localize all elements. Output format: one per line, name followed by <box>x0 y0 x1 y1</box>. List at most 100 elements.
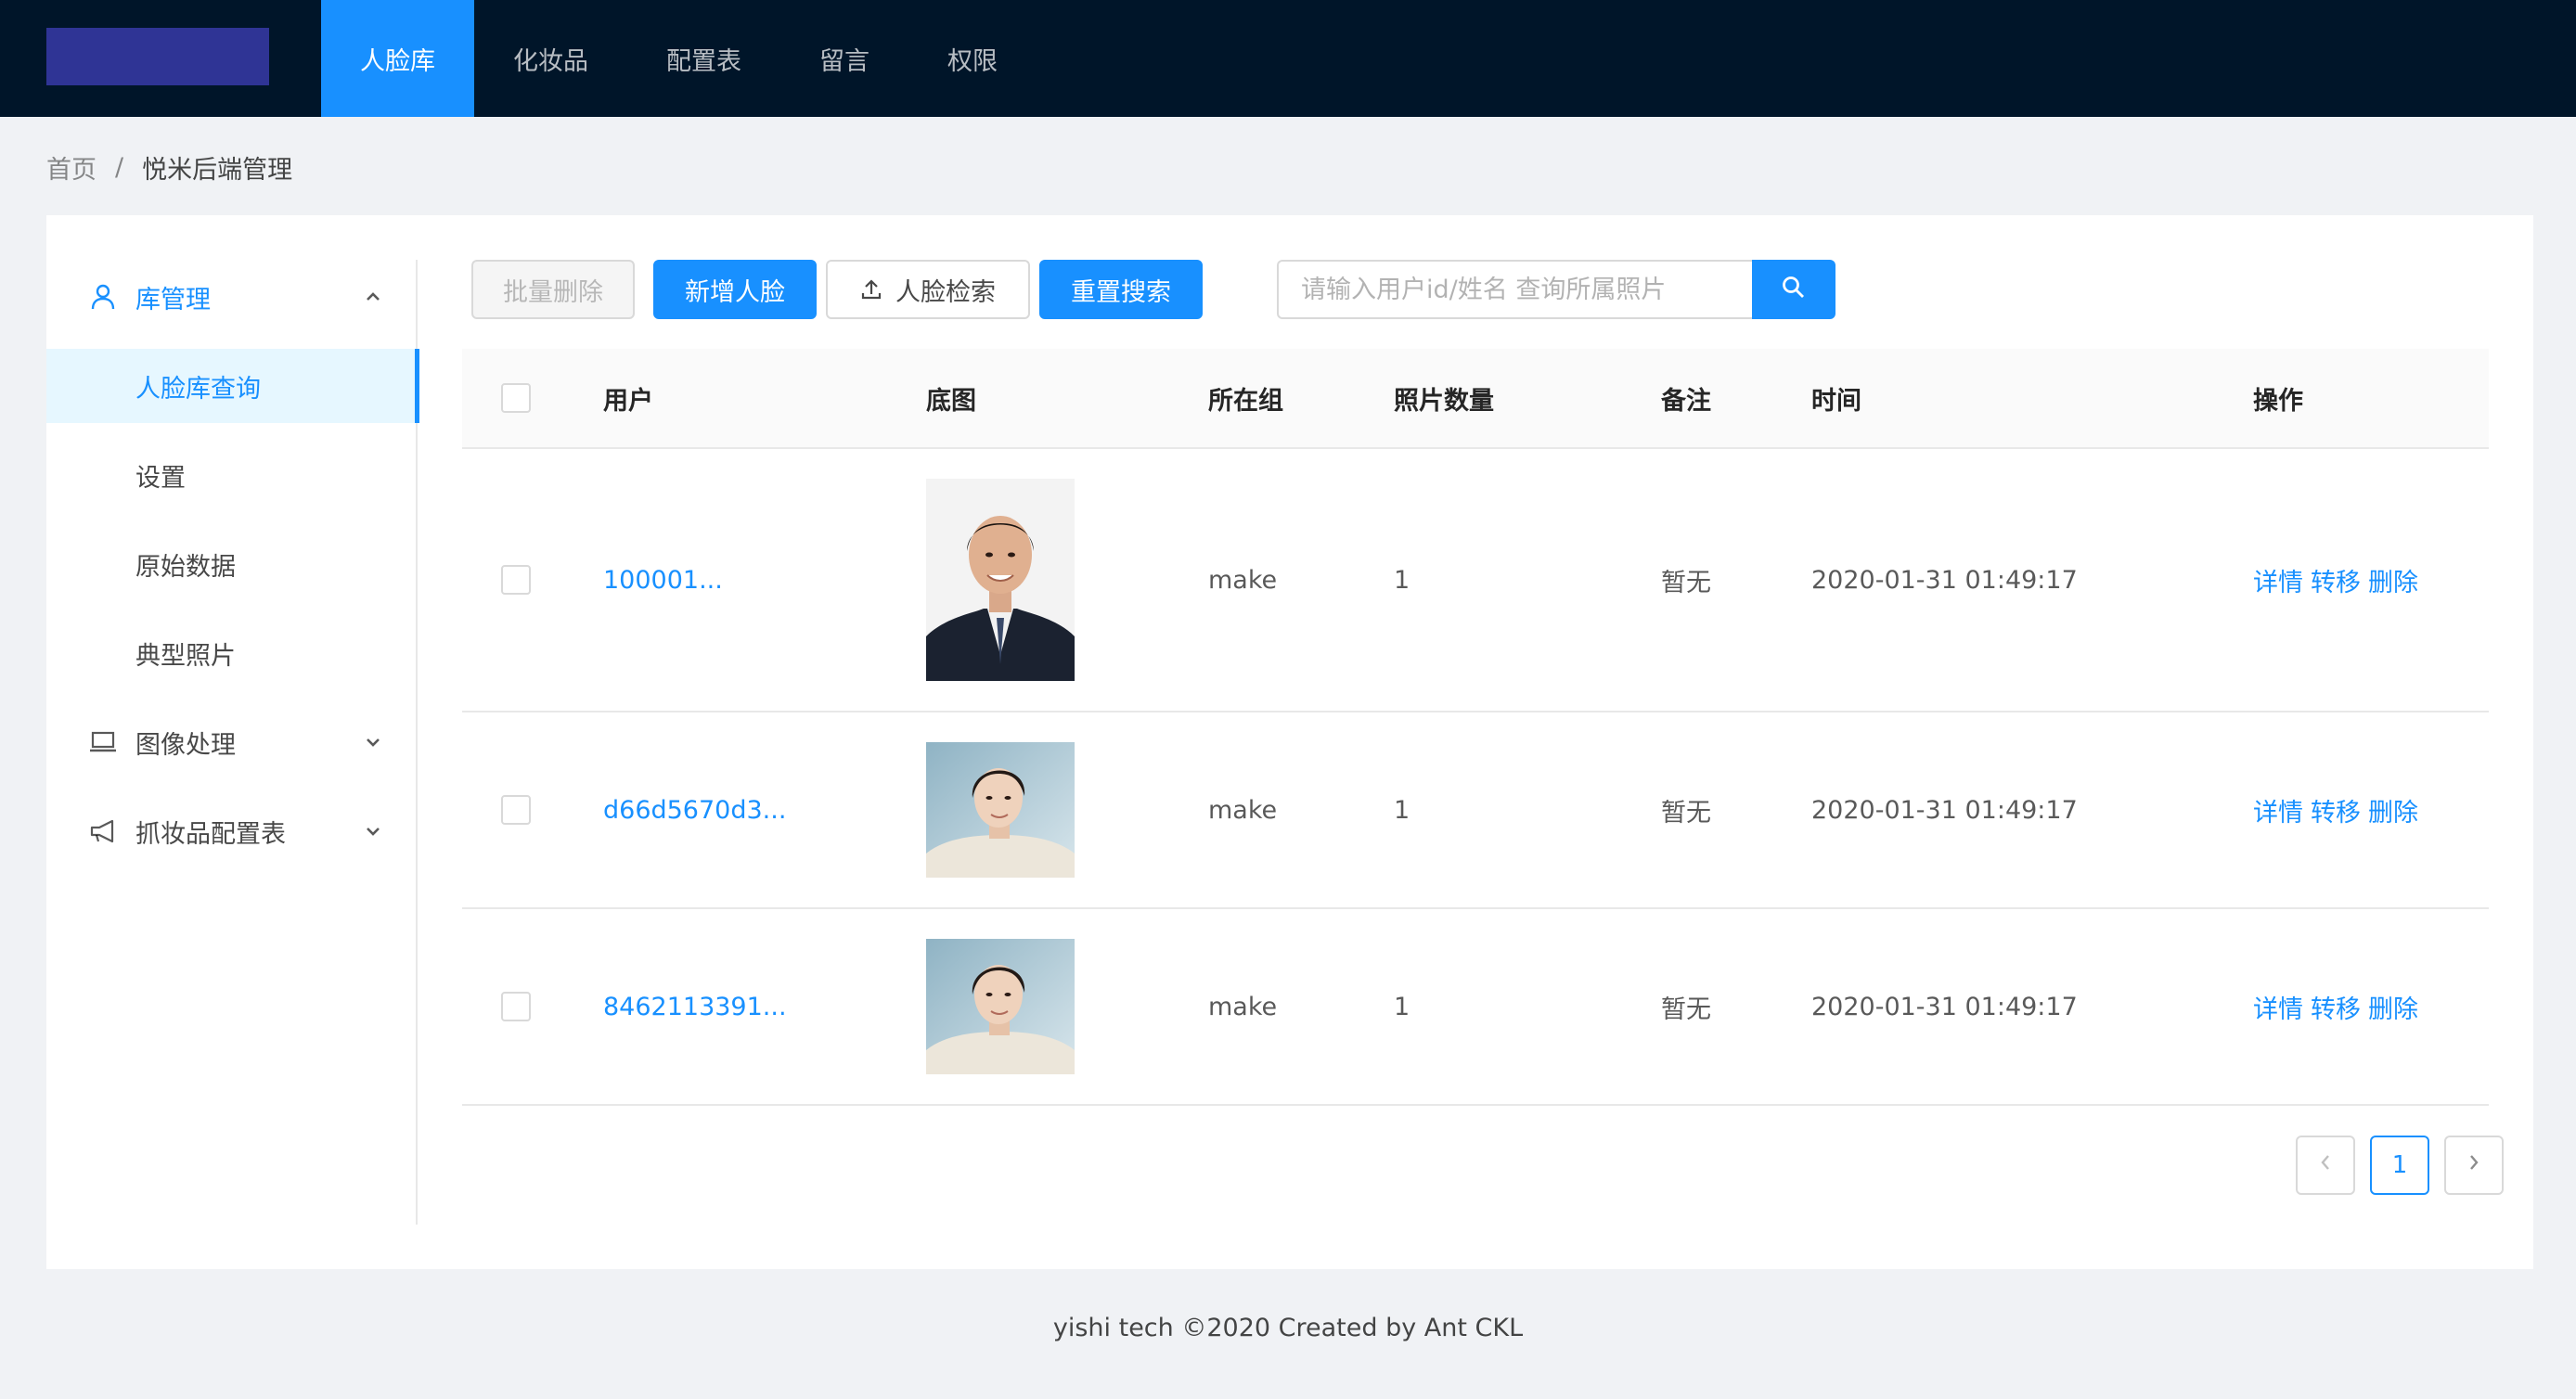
face-table: 用户 底图 所在组 照片数量 备注 时间 操作 100001... make 1… <box>462 349 2489 1106</box>
time-cell: 2020-01-31 01:49:17 <box>1811 992 2078 1021</box>
sidebar-group-label: 图像处理 <box>135 730 236 760</box>
notification-icon <box>89 817 117 845</box>
time-cell: 2020-01-31 01:49:17 <box>1811 565 2078 595</box>
time-cell: 2020-01-31 01:49:17 <box>1811 795 2078 825</box>
breadcrumb: 首页 / 悦米后端管理 <box>46 148 292 186</box>
sidebar-group-label: 抓妆品配置表 <box>135 819 286 849</box>
note-cell: 暂无 <box>1661 995 1711 1024</box>
top-header: 人脸库 化妆品 配置表 留言 权限 <box>0 0 2576 117</box>
chevron-right-icon <box>2467 1151 2480 1179</box>
column-photo: 底图 <box>926 386 976 416</box>
column-photo-count: 照片数量 <box>1394 386 1494 416</box>
table-row: 100001... make 1 暂无 2020-01-31 01:49:17 … <box>462 449 2489 712</box>
next-page-button[interactable] <box>2444 1136 2504 1195</box>
face-search-button[interactable]: 人脸检索 <box>826 260 1030 319</box>
user-id-link[interactable]: 100001... <box>603 566 723 595</box>
row-checkbox[interactable] <box>501 992 531 1021</box>
select-all-checkbox[interactable] <box>501 383 531 413</box>
sidebar-item-face-query[interactable]: 人脸库查询 <box>46 349 419 423</box>
search-input[interactable] <box>1277 260 1752 319</box>
chevron-up-icon <box>362 286 384 308</box>
reset-search-button[interactable]: 重置搜索 <box>1039 260 1203 319</box>
face-photo[interactable] <box>926 939 1075 1074</box>
actions-cell: 详情 转移 删除 <box>2253 712 2426 907</box>
breadcrumb-separator: / <box>115 152 124 182</box>
column-time: 时间 <box>1811 386 1861 416</box>
actions-cell: 详情 转移 删除 <box>2253 909 2426 1104</box>
chevron-down-icon <box>362 731 384 753</box>
column-note: 备注 <box>1661 386 1711 416</box>
sidebar-item-raw-data[interactable]: 原始数据 <box>46 527 418 601</box>
delete-link[interactable]: 删除 <box>2368 792 2418 828</box>
group-cell: make <box>1208 992 1278 1021</box>
footer: yishi tech ©2020 Created by Ant CKL <box>1052 1314 1524 1342</box>
batch-delete-button[interactable]: 批量删除 <box>471 260 635 319</box>
nav-item-config-table[interactable]: 配置表 <box>627 0 780 117</box>
sidebar-group-label: 库管理 <box>135 285 211 314</box>
breadcrumb-current: 悦米后端管理 <box>142 155 293 185</box>
photo-count-cell: 1 <box>1394 992 1410 1021</box>
search-box <box>1277 260 1835 319</box>
row-checkbox-cell <box>501 712 531 907</box>
group-cell: make <box>1208 795 1278 825</box>
photo-count-cell: 1 <box>1394 795 1410 825</box>
laptop-icon <box>89 728 117 756</box>
detail-link[interactable]: 详情 <box>2253 792 2303 828</box>
table-row: 8462113391... make 1 暂无 2020-01-31 01:49… <box>462 909 2489 1106</box>
detail-link[interactable]: 详情 <box>2253 562 2303 598</box>
nav-item-cosmetics[interactable]: 化妆品 <box>474 0 627 117</box>
prev-page-button[interactable] <box>2296 1136 2355 1195</box>
transfer-link[interactable]: 转移 <box>2311 989 2361 1025</box>
face-search-label: 人脸检索 <box>895 277 996 307</box>
sidebar-group-image-processing[interactable]: 图像处理 <box>46 705 418 779</box>
top-nav: 人脸库 化妆品 配置表 留言 权限 <box>321 0 1037 117</box>
actions-cell: 详情 转移 删除 <box>2253 449 2426 711</box>
row-checkbox[interactable] <box>501 565 531 595</box>
transfer-link[interactable]: 转移 <box>2311 792 2361 828</box>
sidebar-item-settings[interactable]: 设置 <box>46 438 418 512</box>
user-id-link[interactable]: 8462113391... <box>603 993 787 1021</box>
row-checkbox-cell <box>501 909 531 1104</box>
page-1-button[interactable]: 1 <box>2370 1136 2429 1195</box>
sidebar: 库管理 人脸库查询 设置 原始数据 典型照片 图像处理 抓妆品配置表 <box>46 260 419 1225</box>
sidebar-item-typical-photos[interactable]: 典型照片 <box>46 616 418 690</box>
delete-link[interactable]: 删除 <box>2368 989 2418 1025</box>
sidebar-item-label: 人脸库查询 <box>135 374 261 404</box>
delete-link[interactable]: 删除 <box>2368 562 2418 598</box>
note-cell: 暂无 <box>1661 568 1711 597</box>
user-icon <box>89 283 117 311</box>
chevron-left-icon <box>2319 1151 2332 1179</box>
sidebar-item-label: 设置 <box>135 463 186 493</box>
add-face-button[interactable]: 新增人脸 <box>653 260 817 319</box>
chevron-down-icon <box>362 820 384 842</box>
sidebar-group-library[interactable]: 库管理 <box>46 260 418 334</box>
logo[interactable] <box>46 28 269 85</box>
detail-link[interactable]: 详情 <box>2253 989 2303 1025</box>
nav-item-permissions[interactable]: 权限 <box>908 0 1037 117</box>
face-photo[interactable] <box>926 742 1075 878</box>
header-checkbox-cell <box>501 349 531 447</box>
photo-count-cell: 1 <box>1394 565 1410 595</box>
note-cell: 暂无 <box>1661 798 1711 828</box>
upload-icon <box>860 278 882 301</box>
pagination: 1 <box>2281 1136 2504 1195</box>
transfer-link[interactable]: 转移 <box>2311 562 2361 598</box>
table-header: 用户 底图 所在组 照片数量 备注 时间 操作 <box>462 349 2489 449</box>
sidebar-item-label: 原始数据 <box>135 552 236 582</box>
search-button[interactable] <box>1752 260 1835 319</box>
user-id-link[interactable]: d66d5670d3... <box>603 796 786 825</box>
search-icon <box>1781 275 1807 304</box>
breadcrumb-home[interactable]: 首页 <box>46 149 97 186</box>
nav-item-face-library[interactable]: 人脸库 <box>321 0 474 117</box>
row-checkbox-cell <box>501 449 531 711</box>
table-row: d66d5670d3... make 1 暂无 2020-01-31 01:49… <box>462 712 2489 909</box>
column-actions: 操作 <box>2253 386 2303 416</box>
face-photo[interactable] <box>926 479 1075 681</box>
column-user: 用户 <box>603 386 653 416</box>
content-card: 库管理 人脸库查询 设置 原始数据 典型照片 图像处理 抓妆品配置表 批量删除 … <box>46 215 2533 1269</box>
sidebar-item-label: 典型照片 <box>135 641 236 671</box>
sidebar-group-cosmetic-config[interactable]: 抓妆品配置表 <box>46 794 418 868</box>
row-checkbox[interactable] <box>501 795 531 825</box>
nav-item-messages[interactable]: 留言 <box>780 0 908 117</box>
group-cell: make <box>1208 565 1278 595</box>
